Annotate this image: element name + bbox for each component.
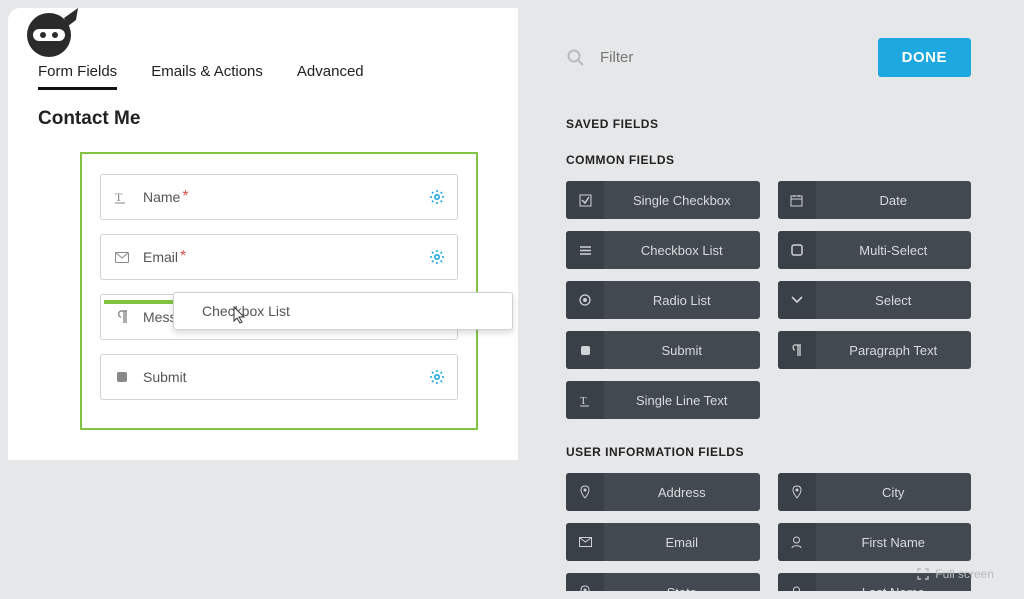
field-label: Submit (143, 369, 187, 385)
field-city[interactable]: City (778, 473, 972, 511)
search-icon (566, 48, 586, 68)
form-canvas[interactable]: T Name* Email* Message* Submit (80, 152, 478, 430)
section-common-fields: COMMON FIELDS (566, 153, 971, 167)
pill-label: Paragraph Text (816, 343, 972, 358)
square-icon (113, 371, 131, 383)
field-label: Name (143, 189, 180, 205)
text-icon: T (566, 381, 604, 419)
pill-label: Submit (604, 343, 760, 358)
field-first-name[interactable]: First Name (778, 523, 972, 561)
pill-label: Email (604, 535, 760, 550)
filter-input[interactable] (600, 49, 878, 66)
ninja-logo (20, 8, 78, 64)
pill-label: Date (816, 193, 972, 208)
user-fields-grid: Address City Email First Name State Last… (566, 473, 971, 591)
pill-label: Address (604, 485, 760, 500)
field-label: Email (143, 249, 178, 265)
gear-icon[interactable] (429, 249, 445, 265)
svg-text:T: T (580, 395, 587, 407)
envelope-icon (113, 252, 131, 263)
filter-row: DONE (566, 38, 971, 77)
gear-icon[interactable] (429, 189, 445, 205)
pill-label: Select (816, 293, 972, 308)
chevron-down-icon (778, 281, 816, 319)
pill-label: Radio List (604, 293, 760, 308)
pill-label: Last Name (816, 585, 972, 592)
pin-icon (566, 473, 604, 511)
field-name[interactable]: T Name* (100, 174, 458, 220)
pill-label: Single Checkbox (604, 193, 760, 208)
text-icon: T (113, 190, 131, 204)
fullscreen-label: Full screen (935, 567, 994, 581)
pill-label: Single Line Text (604, 393, 760, 408)
fullscreen-toggle[interactable]: Full screen (917, 567, 994, 581)
form-title: Contact Me (38, 108, 488, 130)
paragraph-icon (113, 310, 131, 324)
expand-icon (917, 568, 929, 580)
field-email[interactable]: Email* (100, 234, 458, 280)
pill-label: First Name (816, 535, 972, 550)
drag-ghost-checkbox-list: Checkbox List (173, 292, 513, 330)
pill-label: Multi-Select (816, 243, 972, 258)
field-email[interactable]: Email (566, 523, 760, 561)
pill-label: Checkbox List (604, 243, 760, 258)
tabs: Form Fields Emails & Actions Advanced (38, 63, 488, 90)
svg-text:T: T (115, 190, 123, 204)
tab-form-fields[interactable]: Form Fields (38, 63, 117, 90)
field-radio-list[interactable]: Radio List (566, 281, 760, 319)
dot-icon (566, 281, 604, 319)
field-date[interactable]: Date (778, 181, 972, 219)
section-saved-fields: SAVED FIELDS (566, 117, 971, 131)
square-icon (566, 331, 604, 369)
common-fields-grid: Single Checkbox Date Checkbox List Multi… (566, 181, 971, 419)
gear-icon[interactable] (429, 369, 445, 385)
paragraph-icon (778, 331, 816, 369)
required-star: * (182, 188, 188, 206)
field-submit[interactable]: Submit (100, 354, 458, 400)
section-user-info-fields: USER INFORMATION FIELDS (566, 445, 971, 459)
envelope-icon (566, 523, 604, 561)
done-button[interactable]: DONE (878, 38, 971, 77)
list-icon (566, 231, 604, 269)
pill-label: State (604, 585, 760, 592)
field-checkbox-list[interactable]: Checkbox List (566, 231, 760, 269)
user-icon (778, 573, 816, 591)
field-single-line-text[interactable]: T Single Line Text (566, 381, 760, 419)
left-panel: Form Fields Emails & Actions Advanced Co… (8, 8, 518, 460)
field-address[interactable]: Address (566, 473, 760, 511)
field-state[interactable]: State (566, 573, 760, 591)
check-square-icon (566, 181, 604, 219)
required-star: * (180, 248, 186, 266)
user-icon (778, 523, 816, 561)
right-panel: DONE SAVED FIELDS COMMON FIELDS Single C… (546, 8, 1016, 591)
pin-icon (778, 473, 816, 511)
field-multi-select[interactable]: Multi-Select (778, 231, 972, 269)
calendar-icon (778, 181, 816, 219)
pill-label: City (816, 485, 972, 500)
field-select[interactable]: Select (778, 281, 972, 319)
tab-advanced[interactable]: Advanced (297, 63, 364, 90)
square-o-icon (778, 231, 816, 269)
field-single-checkbox[interactable]: Single Checkbox (566, 181, 760, 219)
cursor-icon (232, 305, 248, 325)
pin-icon (566, 573, 604, 591)
tab-emails-actions[interactable]: Emails & Actions (151, 63, 263, 90)
field-paragraph-text[interactable]: Paragraph Text (778, 331, 972, 369)
field-submit-btn[interactable]: Submit (566, 331, 760, 369)
